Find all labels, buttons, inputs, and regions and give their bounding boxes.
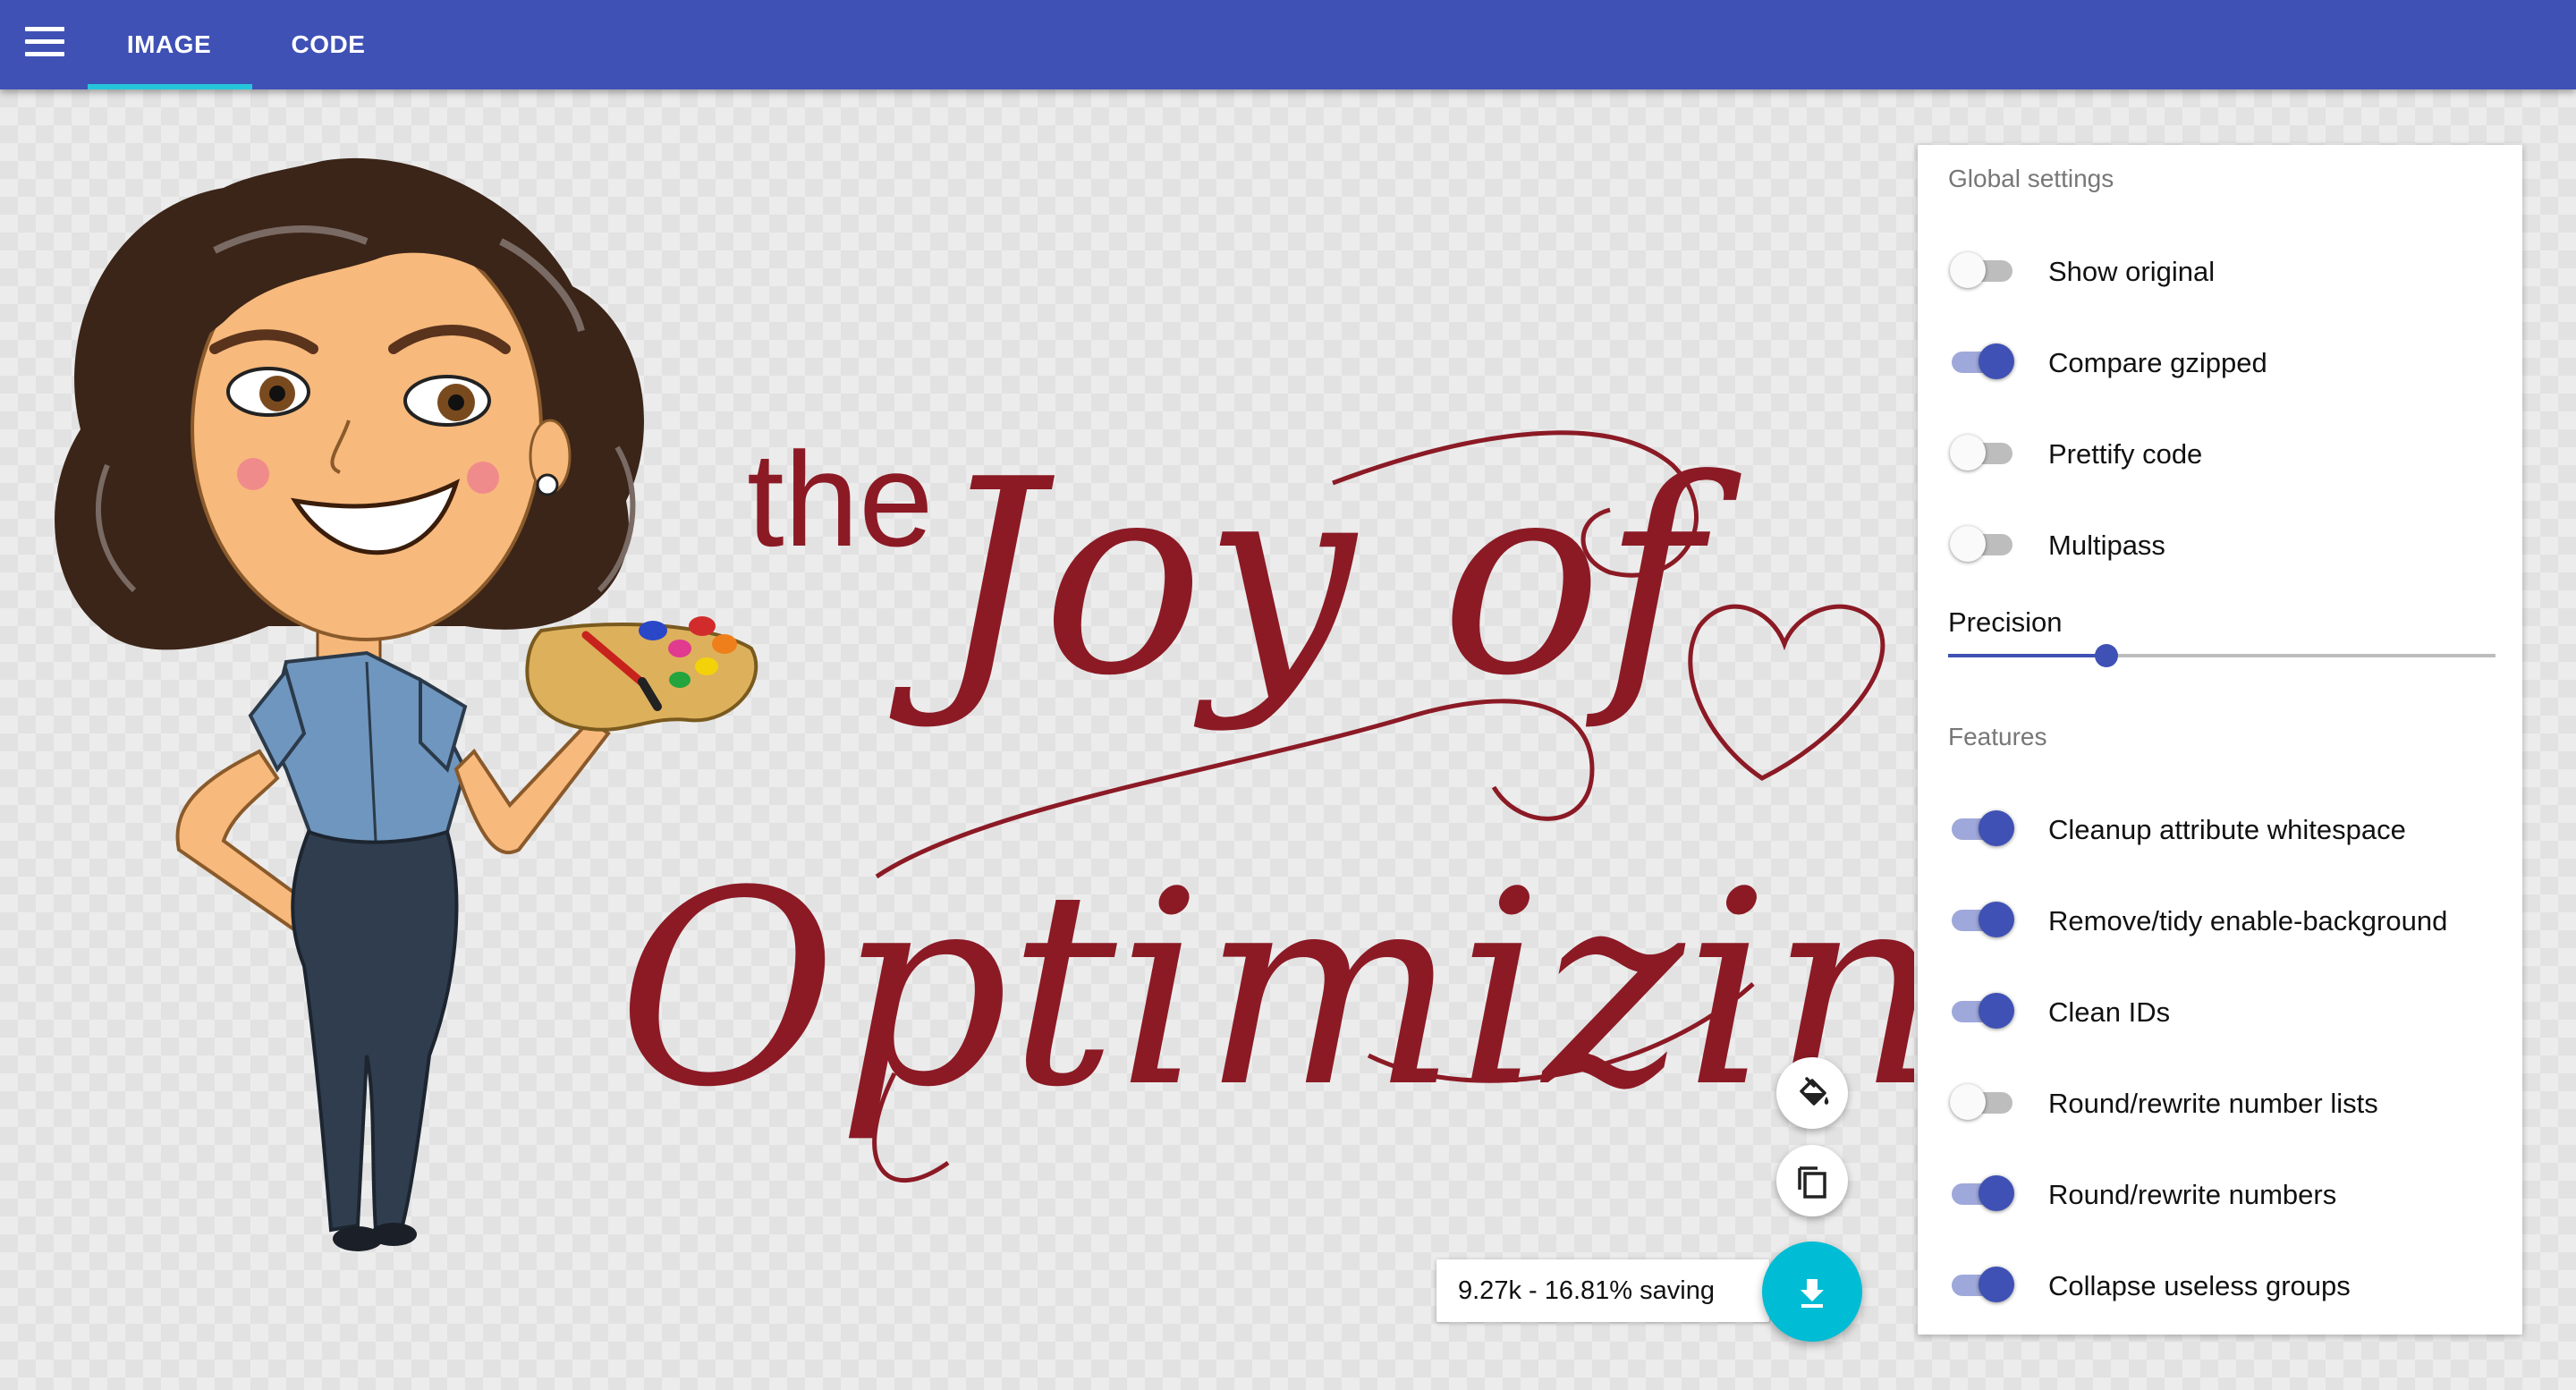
toggle-clean-ids[interactable]: Clean IDs <box>1948 984 2503 1038</box>
toggle-remove-tidy-enable-background[interactable]: Remove/tidy enable-background <box>1948 893 2503 946</box>
lettering-the: the <box>747 424 934 574</box>
switch[interactable] <box>1950 1084 2014 1120</box>
switch[interactable] <box>1950 526 2014 562</box>
setting-label: Cleanup attribute whitespace <box>2048 814 2406 845</box>
app-toolbar: IMAGE CODE <box>0 0 2576 89</box>
switch-thumb <box>1979 993 2014 1029</box>
toggle-show-original[interactable]: Show original <box>1948 243 2503 297</box>
lettering-optimizing: Optimizing <box>617 834 1914 1146</box>
switch-thumb <box>1979 343 2014 379</box>
switch[interactable] <box>1950 252 2014 288</box>
switch-thumb <box>1979 810 2014 846</box>
menu-icon[interactable] <box>25 27 64 63</box>
setting-label: Round/rewrite numbers <box>2048 1179 2337 1210</box>
global-settings-heading: Global settings <box>1948 165 2114 192</box>
toggle-round-rewrite-numbers[interactable]: Round/rewrite numbers <box>1948 1166 2503 1220</box>
switch-thumb <box>1979 1175 2014 1211</box>
tab-code[interactable]: CODE <box>268 0 388 89</box>
toggle-compare-gzipped[interactable]: Compare gzipped <box>1948 335 2503 388</box>
switch[interactable] <box>1950 1175 2014 1211</box>
toggle-prettify-code[interactable]: Prettify code <box>1948 426 2503 479</box>
download-icon <box>1801 1279 1824 1308</box>
precision-label: Precision <box>1948 606 2063 638</box>
switch-thumb <box>1950 1084 1986 1120</box>
switch[interactable] <box>1950 343 2014 379</box>
switch[interactable] <box>1950 993 2014 1029</box>
svg-preview: the Joy of Optimizing <box>55 157 1914 1251</box>
slider-knob[interactable] <box>2095 644 2119 667</box>
download-button[interactable] <box>1762 1242 1862 1342</box>
toggle-cleanup-attribute-whitespace[interactable]: Cleanup attribute whitespace <box>1948 801 2503 855</box>
switch[interactable] <box>1950 902 2014 937</box>
joy-of-optimizing-lettering: the Joy of Optimizing <box>617 422 1914 1182</box>
setting-label: Prettify code <box>2048 438 2203 470</box>
toggle-round-rewrite-number-lists[interactable]: Round/rewrite number lists <box>1948 1075 2503 1129</box>
tab-image[interactable]: IMAGE <box>88 0 250 89</box>
switch-thumb <box>1979 902 2014 937</box>
switch-thumb <box>1979 1267 2014 1302</box>
switch[interactable] <box>1950 435 2014 470</box>
switch-thumb <box>1950 526 1986 562</box>
copy-button[interactable] <box>1776 1145 1848 1216</box>
setting-label: Compare gzipped <box>2048 347 2267 378</box>
active-tab-indicator <box>88 84 252 89</box>
setting-label: Multipass <box>2048 530 2165 561</box>
settings-panel: Global settings Show original Compare gz… <box>1918 145 2522 1335</box>
toggle-multipass[interactable]: Multipass <box>1948 517 2503 571</box>
copy-icon <box>1798 1166 1826 1199</box>
switch[interactable] <box>1950 810 2014 846</box>
switch-thumb <box>1950 435 1986 470</box>
setting-label: Clean IDs <box>2048 996 2171 1028</box>
switch-thumb <box>1950 252 1986 288</box>
slider-fill <box>1948 654 2107 657</box>
setting-label: Round/rewrite number lists <box>2048 1088 2378 1119</box>
paint-bucket-icon <box>1800 1077 1829 1106</box>
switch[interactable] <box>1950 1267 2014 1302</box>
precision-slider[interactable] <box>1948 642 2496 669</box>
result-size-chip: 9.27k - 16.81% saving <box>1436 1259 1769 1322</box>
background-toggle-button[interactable] <box>1776 1057 1848 1129</box>
toggle-collapse-useless-groups[interactable]: Collapse useless groups <box>1948 1258 2503 1311</box>
features-heading: Features <box>1948 723 2047 750</box>
setting-label: Show original <box>2048 256 2216 287</box>
setting-label: Remove/tidy enable-background <box>2048 905 2448 937</box>
setting-label: Collapse useless groups <box>2048 1270 2351 1301</box>
lettering-joy-of: Joy of <box>888 422 1744 734</box>
